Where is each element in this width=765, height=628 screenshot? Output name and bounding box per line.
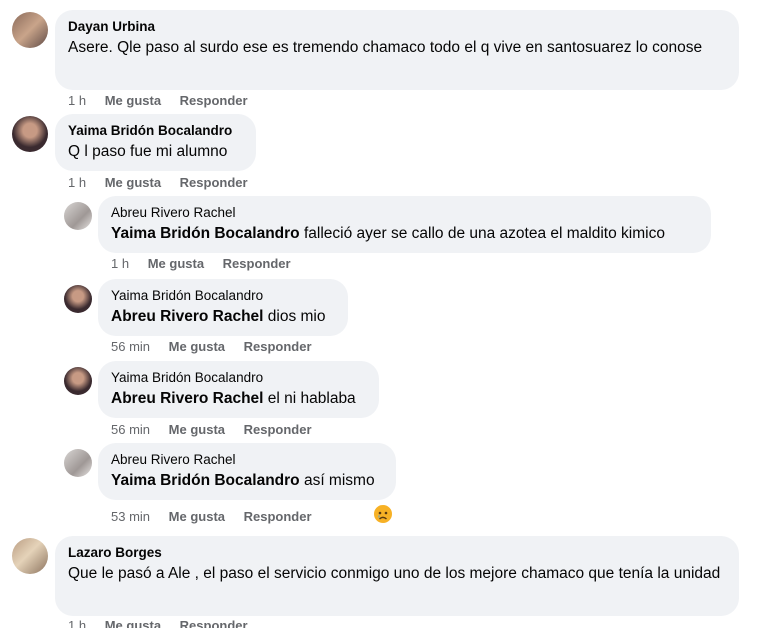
comment-actions: 1 h Me gusta Responder xyxy=(68,618,263,628)
reply-item: Yaima Bridón Bocalandro Abreu Rivero Rac… xyxy=(0,279,765,361)
comment-bubble: Dayan Urbina Asere. Qle paso al surdo es… xyxy=(55,10,739,90)
mention-link[interactable]: Yaima Bridón Bocalandro xyxy=(111,472,300,489)
comment-author[interactable]: Yaima Bridón Bocalandro xyxy=(111,287,336,305)
comment-author[interactable]: Abreu Rivero Rachel xyxy=(111,204,699,222)
comment-actions: 1 h Me gusta Responder xyxy=(68,175,263,191)
comment-time[interactable]: 56 min xyxy=(111,339,150,355)
reply-item: Abreu Rivero Rachel Yaima Bridón Bocalan… xyxy=(0,443,765,533)
mention-link[interactable]: Yaima Bridón Bocalandro xyxy=(111,225,300,242)
comment-actions: 1 h Me gusta Responder xyxy=(68,93,263,109)
comment-actions: 53 min Me gusta Responder xyxy=(111,509,327,525)
comment-time[interactable]: 1 h xyxy=(68,618,86,628)
comment-text: Q l paso fue mi alumno xyxy=(68,143,228,160)
reply-button[interactable]: Responder xyxy=(244,509,312,525)
avatar[interactable] xyxy=(64,367,92,395)
like-button[interactable]: Me gusta xyxy=(105,93,161,109)
avatar[interactable] xyxy=(64,285,92,313)
comment-time[interactable]: 1 h xyxy=(68,93,86,109)
comment-time[interactable]: 1 h xyxy=(68,175,86,191)
comment-author[interactable]: Yaima Bridón Bocalandro xyxy=(111,369,367,387)
comment-actions: 56 min Me gusta Responder xyxy=(111,422,327,438)
comment-text: Abreu Rivero Rachel el ni hablaba xyxy=(111,387,367,410)
reply-item: Abreu Rivero Rachel Yaima Bridón Bocalan… xyxy=(0,196,765,278)
comment-author[interactable]: Dayan Urbina xyxy=(68,18,727,36)
comment-text: Que le pasó a Ale , el paso el servicio … xyxy=(68,565,721,582)
reply-button[interactable]: Responder xyxy=(223,256,291,272)
comment-bubble: Yaima Bridón Bocalandro Q l paso fue mi … xyxy=(55,114,256,171)
comment-body: así mismo xyxy=(299,472,375,489)
comment-time[interactable]: 53 min xyxy=(111,509,150,525)
comment-bubble: Yaima Bridón Bocalandro Abreu Rivero Rac… xyxy=(98,361,379,418)
comment-item: Dayan Urbina Asere. Qle paso al surdo es… xyxy=(0,0,765,110)
avatar[interactable] xyxy=(12,12,48,48)
reply-item: Yaima Bridón Bocalandro Abreu Rivero Rac… xyxy=(0,361,765,443)
comment-text: Yaima Bridón Bocalandro así mismo xyxy=(111,469,384,492)
comment-body: el ni hablaba xyxy=(263,390,356,407)
comment-bubble: Yaima Bridón Bocalandro Abreu Rivero Rac… xyxy=(98,279,348,336)
comment-item: Lazaro Borges Que le pasó a Ale , el pas… xyxy=(0,534,765,628)
sad-face-icon[interactable] xyxy=(372,503,394,525)
comment-body: falleció ayer se callo de una azotea el … xyxy=(299,225,665,242)
comment-bubble: Lazaro Borges Que le pasó a Ale , el pas… xyxy=(55,536,739,616)
like-button[interactable]: Me gusta xyxy=(105,175,161,191)
comment-text: Asere. Qle paso al surdo ese es tremendo… xyxy=(68,39,703,56)
reply-button[interactable]: Responder xyxy=(180,93,248,109)
comment-bubble: Abreu Rivero Rachel Yaima Bridón Bocalan… xyxy=(98,196,711,253)
comment-actions: 56 min Me gusta Responder xyxy=(111,339,327,355)
avatar[interactable] xyxy=(12,116,48,152)
comment-text: Yaima Bridón Bocalandro falleció ayer se… xyxy=(111,222,699,245)
reply-button[interactable]: Responder xyxy=(244,422,312,438)
comment-author[interactable]: Yaima Bridón Bocalandro xyxy=(68,122,244,140)
like-button[interactable]: Me gusta xyxy=(105,618,161,628)
reply-button[interactable]: Responder xyxy=(180,175,248,191)
comment-item: Yaima Bridón Bocalandro Q l paso fue mi … xyxy=(0,110,765,195)
comment-bubble: Abreu Rivero Rachel Yaima Bridón Bocalan… xyxy=(98,443,396,500)
reply-button[interactable]: Responder xyxy=(244,339,312,355)
comment-time[interactable]: 56 min xyxy=(111,422,150,438)
comment-body: dios mio xyxy=(263,308,326,325)
like-button[interactable]: Me gusta xyxy=(169,339,225,355)
mention-link[interactable]: Abreu Rivero Rachel xyxy=(111,390,263,407)
avatar[interactable] xyxy=(64,202,92,230)
comment-text: Abreu Rivero Rachel dios mio xyxy=(111,305,336,328)
comment-author[interactable]: Lazaro Borges xyxy=(68,544,727,562)
comment-actions: 1 h Me gusta Responder xyxy=(111,256,306,272)
like-button[interactable]: Me gusta xyxy=(169,509,225,525)
reply-button[interactable]: Responder xyxy=(180,618,248,628)
comment-time[interactable]: 1 h xyxy=(111,256,129,272)
like-button[interactable]: Me gusta xyxy=(148,256,204,272)
mention-link[interactable]: Abreu Rivero Rachel xyxy=(111,308,263,325)
comment-author[interactable]: Abreu Rivero Rachel xyxy=(111,451,384,469)
like-button[interactable]: Me gusta xyxy=(169,422,225,438)
avatar[interactable] xyxy=(12,538,48,574)
avatar[interactable] xyxy=(64,449,92,477)
